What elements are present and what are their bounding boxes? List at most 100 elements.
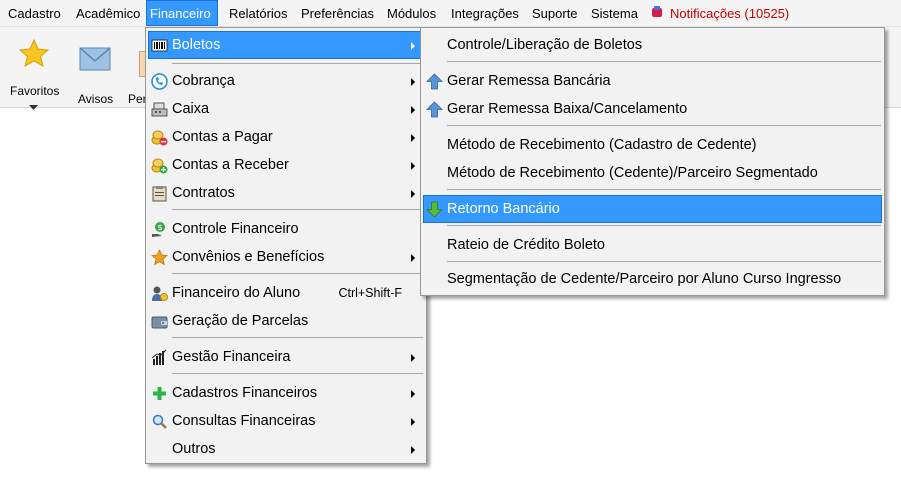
coins-plus-icon (151, 158, 168, 174)
submenu-arrow-icon (411, 254, 415, 262)
menu-item-gerar-remessa-baixa-cancelamento[interactable]: Gerar Remessa Baixa/Cancelamento (423, 95, 882, 123)
phone-icon (151, 73, 168, 90)
green-plus-icon (153, 387, 166, 400)
magnifier-icon (152, 414, 167, 429)
menu-item-controle-liberacao-boletos[interactable]: Controle/Liberação de Boletos (423, 31, 882, 59)
menu-item-label: Segmentação de Cedente/Parceiro por Alun… (447, 271, 842, 287)
favoritos-button[interactable]: Favoritos (6, 37, 62, 110)
submenu-arrow-icon (411, 190, 415, 198)
submenu-arrow-icon (411, 134, 415, 142)
menu-item-retorno-bancario[interactable]: Retorno Bancário (423, 195, 882, 223)
menu-sistema[interactable]: Sistema (587, 0, 642, 26)
menu-item-cobranca[interactable]: Cobrança (148, 67, 424, 95)
bar-chart-icon (151, 349, 167, 365)
menu-item-label: Contas a Pagar (172, 129, 273, 145)
submenu-arrow-icon (411, 42, 415, 50)
submenu-arrow-icon (411, 106, 415, 114)
upload-arrow-icon (426, 101, 443, 118)
menu-item-geracao-de-parcelas[interactable]: Geração de Parcelas (148, 307, 424, 335)
menu-academico[interactable]: Acadêmico (72, 0, 144, 26)
barcode-icon (151, 39, 168, 52)
menu-item-label: Controle Financeiro (172, 221, 299, 237)
menu-item-label: Gestão Financeira (172, 349, 291, 365)
menu-item-label: Gerar Remessa Baixa/Cancelamento (447, 101, 688, 117)
menu-separator (172, 337, 423, 338)
menu-suporte[interactable]: Suporte (528, 0, 582, 26)
notification-icon[interactable] (651, 6, 663, 19)
menu-item-rateio-credito-boleto[interactable]: Rateio de Crédito Boleto (423, 231, 882, 259)
menu-separator (447, 189, 881, 190)
menu-item-label: Gerar Remessa Bancária (447, 73, 611, 89)
menu-notificacoes[interactable]: Notificações (10525) (666, 0, 793, 26)
menu-item-consultas-financeiras[interactable]: Consultas Financeiras (148, 407, 424, 435)
menu-item-boletos[interactable]: Boletos (148, 31, 424, 59)
submenu-arrow-icon (411, 418, 415, 426)
menu-item-label: Geração de Parcelas (172, 313, 309, 329)
menu-separator (172, 273, 423, 274)
cash-register-icon (151, 102, 168, 117)
avisos-label: Avisos (78, 92, 114, 106)
menu-item-financeiro-do-aluno[interactable]: Financeiro do Aluno Ctrl+Shift-F (148, 279, 424, 307)
menu-integracoes[interactable]: Integrações (447, 0, 523, 26)
menu-item-label: Consultas Financeiras (172, 413, 316, 429)
menu-item-caixa[interactable]: Caixa (148, 95, 424, 123)
boletos-submenu: Controle/Liberação de Boletos Gerar Reme… (420, 27, 885, 296)
menu-separator (447, 61, 881, 62)
menu-item-metodo-recebimento-cadastro-cedente[interactable]: Método de Recebimento (Cadastro de Ceden… (423, 131, 882, 159)
menu-item-controle-financeiro[interactable]: $ Controle Financeiro (148, 215, 424, 243)
coins-minus-icon (151, 130, 168, 146)
svg-text:$: $ (158, 223, 163, 232)
menu-item-metodo-recebimento-parceiro-segmentado[interactable]: Método de Recebimento (Cedente)/Parceiro… (423, 159, 882, 187)
menu-financeiro[interactable]: Financeiro (146, 0, 218, 26)
upload-arrow-icon (426, 73, 443, 90)
menu-item-label: Caixa (172, 101, 210, 117)
menu-bar: Cadastro Acadêmico Financeiro Relatórios… (0, 0, 901, 27)
menu-item-label: Outros (172, 441, 216, 457)
menu-item-label: Controle/Liberação de Boletos (447, 37, 643, 53)
menu-separator (172, 209, 423, 210)
menu-separator (447, 261, 881, 262)
menu-item-contratos[interactable]: Contratos (148, 179, 424, 207)
avisos-button[interactable]: Avisos (70, 37, 122, 106)
submenu-arrow-icon (411, 78, 415, 86)
menu-item-label: Cobrança (172, 73, 235, 89)
menu-item-contas-a-receber[interactable]: Contas a Receber (148, 151, 424, 179)
menu-item-label: Boletos (172, 37, 221, 53)
star-icon (19, 39, 49, 67)
menu-cadastro[interactable]: Cadastro (4, 0, 65, 26)
menu-item-label: Rateio de Crédito Boleto (447, 237, 605, 253)
menu-item-cadastros-financeiros[interactable]: Cadastros Financeiros (148, 379, 424, 407)
menu-separator (447, 225, 881, 226)
menu-item-label: Método de Recebimento (Cadastro de Ceden… (447, 137, 757, 153)
menu-item-label: Contas a Receber (172, 157, 289, 173)
star-icon (151, 249, 168, 266)
menu-separator (172, 63, 423, 64)
menu-item-gestao-financeira[interactable]: Gestão Financeira (148, 343, 424, 371)
favoritos-label: Favoritos (10, 84, 60, 98)
clipboard-icon (152, 186, 167, 202)
menu-item-label: Cadastros Financeiros (172, 385, 318, 401)
submenu-arrow-icon (411, 390, 415, 398)
menu-item-label: Financeiro do Aluno (172, 285, 301, 301)
menu-separator (172, 373, 423, 374)
menu-item-label: Convênios e Benefícios (172, 249, 325, 265)
menu-item-label: Retorno Bancário (447, 201, 560, 217)
toolbar-partial-label: Per (128, 92, 147, 106)
menu-separator (447, 125, 881, 126)
student-money-icon (152, 286, 168, 301)
menu-relatorios[interactable]: Relatórios (225, 0, 292, 26)
envelope-icon (79, 47, 111, 71)
shortcut-label: Ctrl+Shift-F (338, 286, 402, 300)
wallet-icon (151, 316, 168, 329)
menu-item-convenios-e-beneficios[interactable]: Convênios e Benefícios (148, 243, 424, 271)
menu-preferencias[interactable]: Preferências (297, 0, 378, 26)
money-hand-icon: $ (152, 222, 165, 237)
menu-item-segmentacao-cedente-parceiro[interactable]: Segmentação de Cedente/Parceiro por Alun… (423, 265, 882, 293)
menu-item-contas-a-pagar[interactable]: Contas a Pagar (148, 123, 424, 151)
menu-item-outros[interactable]: Outros (148, 435, 424, 463)
chevron-down-icon[interactable] (29, 105, 38, 111)
download-arrow-icon (426, 201, 443, 218)
menu-item-gerar-remessa-bancaria[interactable]: Gerar Remessa Bancária (423, 67, 882, 95)
menu-item-label: Contratos (172, 185, 235, 201)
menu-modulos[interactable]: Módulos (383, 0, 440, 26)
